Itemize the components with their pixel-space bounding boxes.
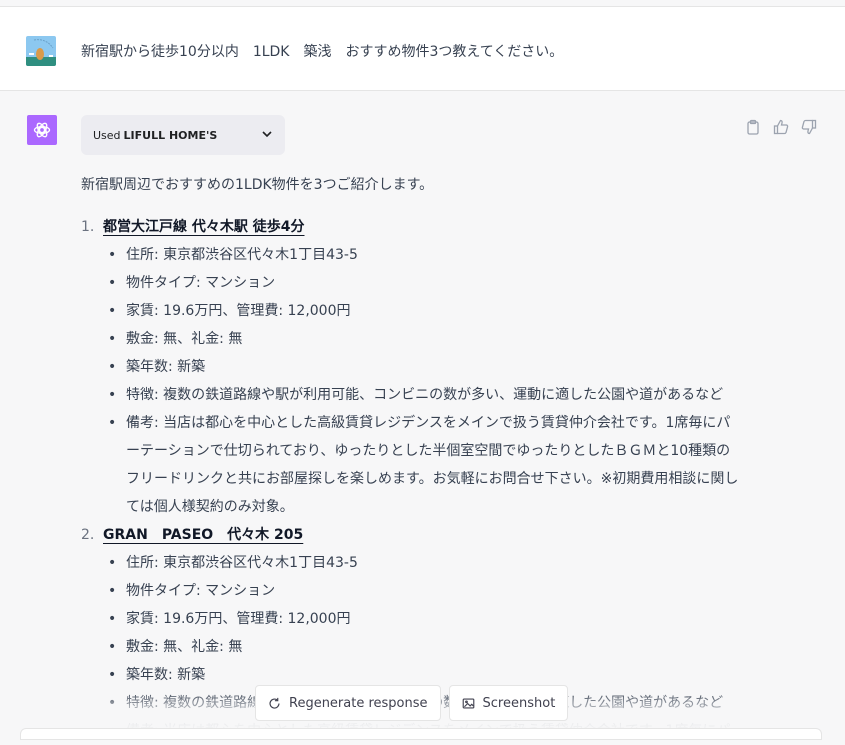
detail-age: 築年数: 新築 <box>108 353 741 381</box>
property-title-link[interactable]: GRAN PASEO 代々木 205 <box>103 521 303 549</box>
screenshot-label: Screenshot <box>482 695 556 711</box>
plugin-used-label: Used <box>93 128 121 142</box>
clipboard-icon[interactable] <box>745 119 761 135</box>
thumbs-down-icon[interactable] <box>801 119 817 135</box>
message-actions <box>745 119 817 135</box>
detail-features: 特徴: 複数の鉄道路線や駅が利用可能、コンビニの数が多い、運動に適した公園や道が… <box>108 381 741 409</box>
detail-address: 住所: 東京都渋谷区代々木1丁目43-5 <box>108 549 741 577</box>
refresh-icon <box>269 697 280 709</box>
detail-rent: 家賃: 19.6万円、管理費: 12,000円 <box>108 605 741 633</box>
message-input-edge[interactable] <box>20 728 822 740</box>
assistant-response: 新宿駅周辺でおすすめの1LDK物件を3つご紹介します。 1. 都営大江戸線 代々… <box>81 171 741 745</box>
property-title-link[interactable]: 都営大江戸線 代々木駅 徒歩4分 <box>103 213 305 241</box>
detail-notes: 備考: 当店は都心を中心とした高級賃貸レジデンスをメインで扱う賃貸仲介会社です。… <box>108 409 741 521</box>
item-number: 2. <box>81 527 95 543</box>
detail-deposit: 敷金: 無、礼金: 無 <box>108 633 741 661</box>
detail-deposit: 敷金: 無、礼金: 無 <box>108 325 741 353</box>
user-message-text: 新宿駅から徒歩10分以内 1LDK 築浅 おすすめ物件3つ教えてください。 <box>81 44 564 60</box>
regenerate-response-button[interactable]: Regenerate response <box>255 685 441 721</box>
detail-type: 物件タイプ: マンション <box>108 577 741 605</box>
image-icon <box>462 697 474 709</box>
user-avatar <box>26 36 56 66</box>
plugin-used-dropdown[interactable]: Used LIFULL HOME'S <box>81 115 285 155</box>
detail-address: 住所: 東京都渋谷区代々木1丁目43-5 <box>108 241 741 269</box>
chevron-down-icon <box>261 128 273 143</box>
property-details: 住所: 東京都渋谷区代々木1丁目43-5 物件タイプ: マンション 家賃: 19… <box>81 241 741 521</box>
openai-logo-icon <box>27 115 57 145</box>
property-list: 1. 都営大江戸線 代々木駅 徒歩4分 住所: 東京都渋谷区代々木1丁目43-5… <box>81 213 741 745</box>
plugin-name: LIFULL HOME'S <box>123 128 218 142</box>
detail-type: 物件タイプ: マンション <box>108 269 741 297</box>
thumbs-up-icon[interactable] <box>773 119 789 135</box>
top-divider <box>0 0 845 7</box>
regenerate-label: Regenerate response <box>289 695 428 711</box>
detail-rent: 家賃: 19.6万円、管理費: 12,000円 <box>108 297 741 325</box>
bottom-action-buttons: Regenerate response Screenshot <box>255 685 569 721</box>
screenshot-button[interactable]: Screenshot <box>448 685 569 721</box>
user-message-row: 新宿駅から徒歩10分以内 1LDK 築浅 おすすめ物件3つ教えてください。 <box>0 7 845 91</box>
response-intro: 新宿駅周辺でおすすめの1LDK物件を3つご紹介します。 <box>81 177 434 193</box>
item-number: 1. <box>81 219 95 235</box>
property-item: 1. 都営大江戸線 代々木駅 徒歩4分 住所: 東京都渋谷区代々木1丁目43-5… <box>81 213 741 521</box>
